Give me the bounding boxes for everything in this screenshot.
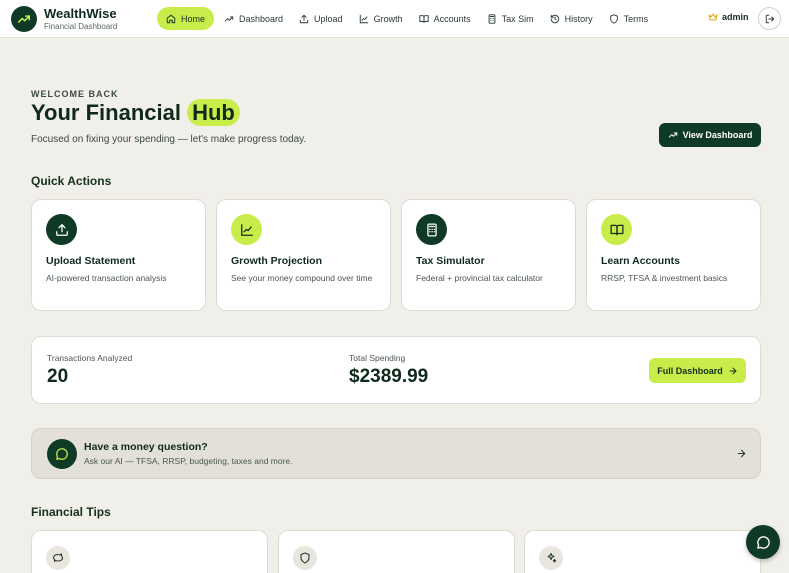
nav-terms-label: Terms (623, 13, 649, 24)
transactions-value: 20 (47, 366, 69, 387)
stats-card: Transactions Analyzed 20 Total Spending … (31, 336, 761, 404)
chart-icon (359, 14, 368, 23)
user-menu[interactable]: admin (708, 12, 749, 22)
brand-subtitle: Financial Dashboard (44, 22, 118, 31)
welcome-eyebrow: WELCOME BACK (31, 89, 119, 99)
upload-icon (299, 14, 309, 23)
nav-dashboard[interactable]: Dashboard (216, 7, 291, 30)
trend-icon (668, 132, 677, 138)
shield-icon (609, 13, 618, 24)
nav-home-label: Home (181, 13, 206, 24)
view-dashboard-label: View Dashboard (682, 130, 753, 140)
brand[interactable]: WealthWise Financial Dashboard (11, 6, 117, 32)
quick-action-learn-accounts[interactable]: Learn Accounts RRSP, TFSA & investment b… (586, 199, 761, 311)
logout-icon (765, 14, 774, 23)
chat-bubble-icon (47, 439, 77, 469)
page-title-highlight: Hub (187, 99, 240, 126)
upload-icon (46, 214, 77, 245)
financial-tips-title: Financial Tips (31, 505, 111, 519)
nav-upload[interactable]: Upload (291, 7, 351, 30)
view-dashboard-button[interactable]: View Dashboard (659, 123, 761, 147)
quick-action-desc: RRSP, TFSA & investment basics (601, 273, 728, 283)
nav-growth-label: Growth (373, 13, 403, 24)
chat-fab-button[interactable] (746, 525, 780, 559)
hero-subtitle: Focused on fixing your spending — let's … (31, 134, 307, 145)
quick-actions-title: Quick Actions (31, 174, 112, 188)
spending-value: $2389.99 (349, 366, 429, 387)
home-icon (166, 14, 176, 23)
quick-action-title: Tax Simulator (416, 255, 485, 267)
nav-dashboard-label: Dashboard (239, 13, 284, 24)
top-nav: WealthWise Financial Dashboard Home Dash… (0, 0, 789, 38)
ai-banner-subtitle: Ask our AI — TFSA, RRSP, budgeting, taxe… (84, 456, 293, 466)
book-icon (601, 214, 632, 245)
history-icon (550, 14, 559, 23)
full-dashboard-label: Full Dashboard (657, 365, 723, 376)
crown-icon (708, 13, 718, 21)
quick-action-desc: Federal + provincial tax calculator (416, 273, 543, 283)
full-dashboard-button[interactable]: Full Dashboard (649, 358, 746, 383)
quick-action-desc: AI-powered transaction analysis (46, 273, 167, 283)
arrow-right-icon (729, 367, 737, 374)
calculator-icon (416, 214, 447, 245)
trend-up-logo-icon (11, 6, 37, 32)
trend-icon (224, 15, 234, 22)
nav-links: Home Dashboard Upload Growth Accounts Ta… (157, 7, 656, 30)
nav-accounts-label: Accounts (433, 13, 471, 24)
nav-history[interactable]: History (542, 7, 601, 30)
tip-card[interactable] (31, 530, 268, 573)
tip-card[interactable] (524, 530, 761, 573)
quick-action-tax-simulator[interactable]: Tax Simulator Federal + provincial tax c… (401, 199, 576, 311)
nav-tax-sim[interactable]: Tax Sim (479, 7, 542, 30)
transactions-label: Transactions Analyzed (47, 353, 133, 363)
quick-action-title: Upload Statement (46, 255, 136, 267)
quick-action-desc: See your money compound over time (231, 273, 373, 283)
page-title-prefix: Your Financial (31, 100, 181, 125)
quick-action-upload-statement[interactable]: Upload Statement AI-powered transaction … (31, 199, 206, 311)
shield-icon (293, 546, 317, 570)
tip-card[interactable] (278, 530, 515, 573)
nav-accounts[interactable]: Accounts (411, 7, 479, 30)
sparkles-icon (539, 546, 563, 570)
spending-label: Total Spending (349, 353, 406, 363)
nav-terms[interactable]: Terms (601, 7, 657, 30)
quick-action-title: Learn Accounts (601, 255, 680, 267)
nav-home[interactable]: Home (157, 7, 215, 30)
page-title: Your Financial Hub (31, 99, 240, 126)
nav-history-label: History (564, 13, 593, 24)
calculator-icon (488, 13, 495, 24)
username: admin (722, 12, 749, 22)
book-icon (418, 14, 429, 23)
nav-upload-label: Upload (314, 13, 343, 24)
nav-growth[interactable]: Growth (351, 7, 411, 30)
ai-banner-title: Have a money question? (84, 441, 208, 453)
quick-action-growth-projection[interactable]: Growth Projection See your money compoun… (216, 199, 391, 311)
brand-name: WealthWise (44, 6, 117, 21)
piggy-bank-icon (46, 546, 70, 570)
chart-icon (231, 214, 262, 245)
nav-tax-sim-label: Tax Sim (501, 13, 534, 24)
chat-bubble-icon (756, 535, 770, 549)
quick-action-title: Growth Projection (231, 255, 323, 267)
logout-button[interactable] (758, 7, 781, 30)
ai-question-banner[interactable]: Have a money question? Ask our AI — TFSA… (31, 428, 761, 479)
arrow-right-icon (737, 449, 746, 458)
